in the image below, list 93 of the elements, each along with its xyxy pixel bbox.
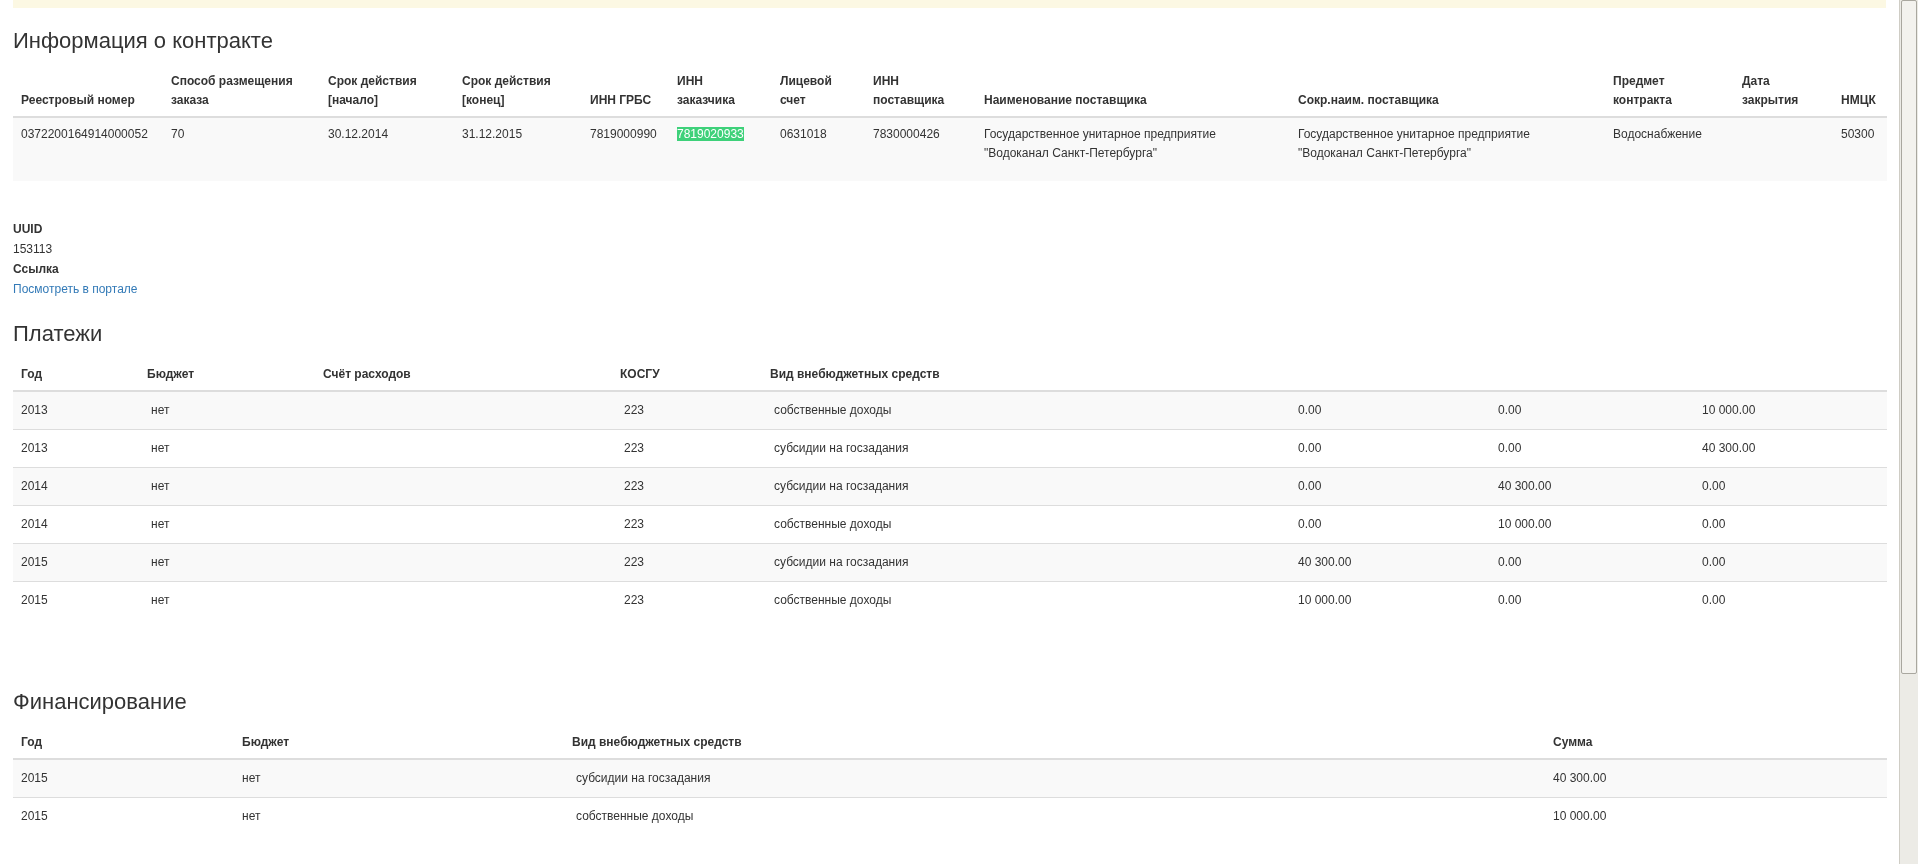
column-header: Год xyxy=(21,367,42,381)
table-cell: субсидии на госзадания xyxy=(774,441,909,455)
table-cell: 223 xyxy=(624,403,645,417)
table-cell: 2015 xyxy=(21,809,48,823)
table-cell: нет xyxy=(151,517,170,531)
portal-link[interactable]: Посмотреть в портале xyxy=(13,279,138,299)
column-header: Вид внебюджетных средств xyxy=(572,735,742,749)
table-cell: 40 300.00 xyxy=(1702,441,1756,455)
table-cell: 0631018 xyxy=(780,127,827,141)
table-cell: 0.00 xyxy=(1702,479,1726,493)
table-cell: 223 xyxy=(624,441,645,455)
table-cell: собственные доходы xyxy=(774,517,892,531)
table-cell: 0.00 xyxy=(1298,403,1322,417)
table-cell: собственные доходы xyxy=(576,809,694,823)
section-title: Информация о контракте xyxy=(13,28,274,54)
table-cell: 0.00 xyxy=(1498,593,1522,607)
table-cell: субсидии на госзадания xyxy=(774,555,909,569)
field-value: 153113 xyxy=(13,241,54,258)
field-label: Ссылка xyxy=(13,261,60,278)
table-cell: 2015 xyxy=(21,593,48,607)
column-header: Сокр.наим. поставщика xyxy=(1298,93,1439,107)
column-header: Счёт расходов xyxy=(323,367,411,381)
table-cell: 2013 xyxy=(21,403,48,417)
table-cell: субсидии на госзадания xyxy=(576,771,711,785)
scrollbar-thumb[interactable] xyxy=(1901,0,1917,674)
column-header: ИНН заказчика xyxy=(677,74,735,107)
column-header: КОСГУ xyxy=(620,367,660,381)
table-cell: 0.00 xyxy=(1298,479,1322,493)
table-cell: 70 xyxy=(171,127,185,141)
table-cell: нет xyxy=(242,771,261,785)
table-cell: 10 000.00 xyxy=(1553,809,1607,823)
table-cell: 0.00 xyxy=(1702,555,1726,569)
table-cell: нет xyxy=(151,593,170,607)
section-title: Финансирование xyxy=(13,689,188,715)
table-cell: Водоснабжение xyxy=(1613,127,1702,141)
table-cell: нет xyxy=(151,555,170,569)
column-header: Сумма xyxy=(1553,735,1593,749)
table-cell: 2013 xyxy=(21,441,48,455)
table-cell: 7819020933 xyxy=(677,127,744,141)
column-header: Реестровый номер xyxy=(21,93,135,107)
column-header: ИНН поставщика xyxy=(873,74,945,107)
table-cell: субсидии на госзадания xyxy=(774,479,909,493)
table-cell: 223 xyxy=(624,555,645,569)
table-cell: 0.00 xyxy=(1702,517,1726,531)
column-header: Наименование поставщика xyxy=(984,93,1147,107)
column-header: Бюджет xyxy=(147,367,195,381)
table-cell: нет xyxy=(151,403,170,417)
column-header: Бюджет xyxy=(242,735,290,749)
table-cell: Государственное унитарное предприятие "Водоканал Санкт-Петербурга" xyxy=(1298,127,1530,160)
table-cell: нет xyxy=(242,809,261,823)
column-header: Срок действия [конец] xyxy=(462,74,551,107)
table-cell: 10 000.00 xyxy=(1702,403,1756,417)
table-cell: 7819000990 xyxy=(590,127,657,141)
column-header: Предмет контракта xyxy=(1613,74,1672,107)
table-cell: 7830000426 xyxy=(873,127,940,141)
table-cell: 50300 xyxy=(1841,127,1875,141)
table-cell: 223 xyxy=(624,517,645,531)
table-cell: 2015 xyxy=(21,771,48,785)
column-header: Способ размещения заказа xyxy=(171,74,293,107)
table-cell: 0372200164914000052 xyxy=(21,127,148,141)
table-cell: 0.00 xyxy=(1298,441,1322,455)
scrollbar[interactable] xyxy=(1899,0,1918,864)
table-cell: 0.00 xyxy=(1498,555,1522,569)
table-cell: 0.00 xyxy=(1298,517,1322,531)
table-cell: 31.12.2015 xyxy=(462,127,523,141)
table-cell: нет xyxy=(151,441,170,455)
column-header: ИНН ГРБС xyxy=(590,93,652,107)
table-cell: 223 xyxy=(624,593,645,607)
table-cell: собственные доходы xyxy=(774,593,892,607)
table-cell: 40 300.00 xyxy=(1553,771,1607,785)
column-header: Вид внебюджетных средств xyxy=(770,367,940,381)
column-header: НМЦК xyxy=(1841,93,1876,107)
table-cell: 2014 xyxy=(21,517,48,531)
table-cell: 0.00 xyxy=(1702,593,1726,607)
column-header: Год xyxy=(21,735,42,749)
table-cell: 223 xyxy=(624,479,645,493)
table-cell: 10 000.00 xyxy=(1498,517,1552,531)
table-cell: 10 000.00 xyxy=(1298,593,1352,607)
column-header: Срок действия [начало] xyxy=(328,74,417,107)
table-cell: 40 300.00 xyxy=(1298,555,1352,569)
column-header: Дата закрытия xyxy=(1742,74,1799,107)
field-label: UUID xyxy=(13,221,44,238)
table-cell: 40 300.00 xyxy=(1498,479,1552,493)
table-cell: 2014 xyxy=(21,479,48,493)
table-cell: 0.00 xyxy=(1498,441,1522,455)
table-cell: 30.12.2014 xyxy=(328,127,389,141)
table-cell: 0.00 xyxy=(1498,403,1522,417)
table-cell: нет xyxy=(151,479,170,493)
table-cell: 2015 xyxy=(21,555,48,569)
table-cell: Государственное унитарное предприятие "Водоканал Санкт-Петербурга" xyxy=(984,127,1216,160)
table-cell: собственные доходы xyxy=(774,403,892,417)
section-title: Платежи xyxy=(13,321,104,347)
column-header: Лицевой счет xyxy=(780,74,832,107)
